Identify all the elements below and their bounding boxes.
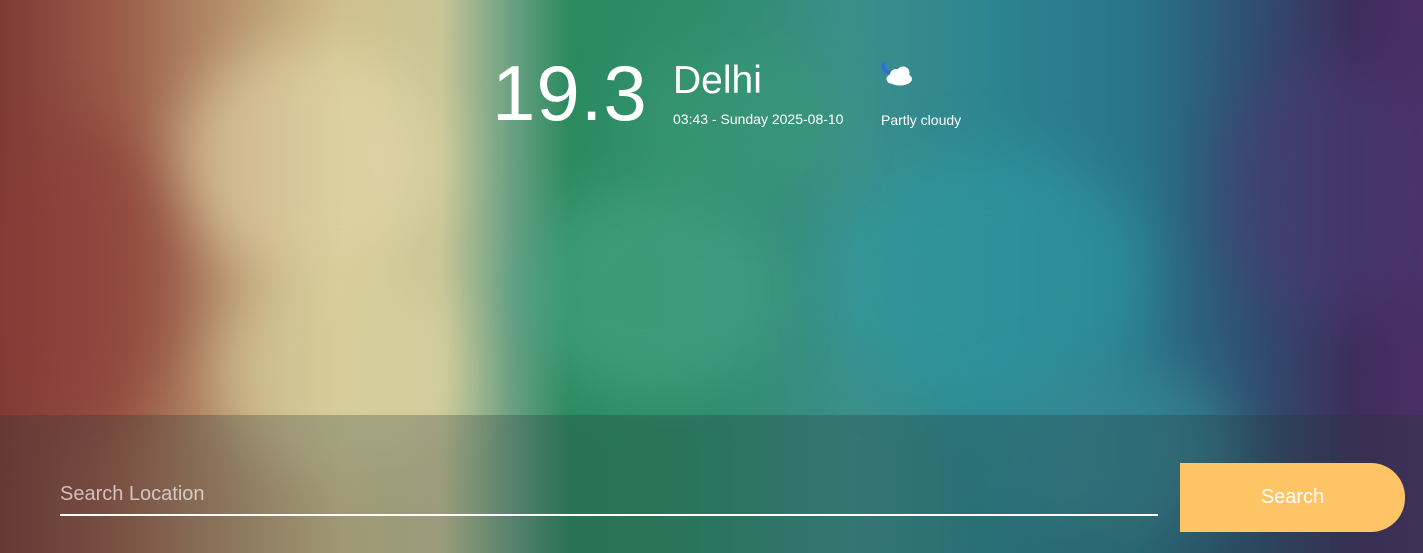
date-time: 03:43 - Sunday 2025-08-10	[673, 111, 844, 127]
partly-cloudy-night-icon	[881, 60, 912, 86]
temperature-value: 19.3	[492, 49, 648, 137]
city-name: Delhi	[673, 59, 762, 102]
search-location-input[interactable]	[60, 474, 1158, 516]
weather-display: 19.3 Delhi 03:43 - Sunday 2025-08-10 Par…	[0, 0, 1423, 415]
search-button[interactable]: Search	[1180, 463, 1405, 532]
condition-text: Partly cloudy	[881, 112, 962, 128]
